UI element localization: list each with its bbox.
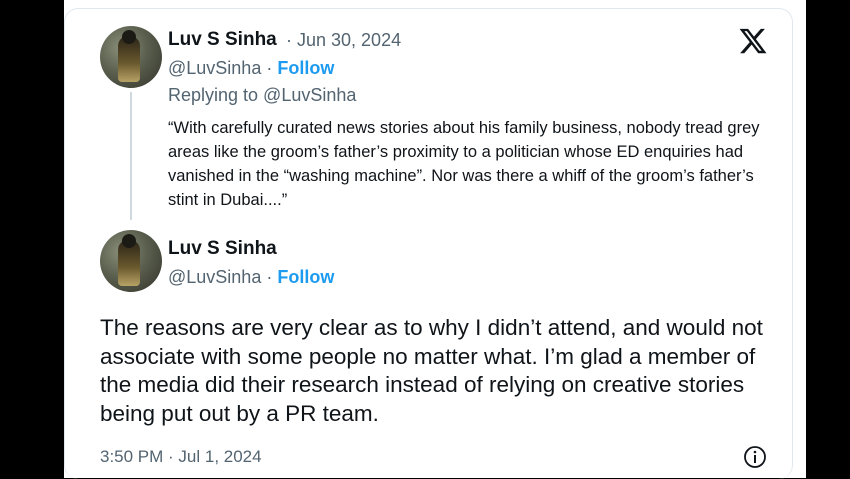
author-handle[interactable]: @LuvSinha · xyxy=(168,267,272,287)
post-date[interactable]: · Jun 30, 2024 xyxy=(286,30,401,51)
right-letterbox xyxy=(806,0,850,478)
author-handle-row: @LuvSinha · Follow xyxy=(168,267,334,288)
author-name[interactable]: Luv S Sinha xyxy=(168,238,277,260)
author-handle[interactable]: @LuvSinha · xyxy=(168,58,272,78)
author-handle-row: @LuvSinha · Follow xyxy=(168,58,334,79)
follow-link[interactable]: Follow xyxy=(277,58,334,78)
reply-text: “With carefully curated news stories abo… xyxy=(168,119,760,209)
author-name[interactable]: Luv S Sinha xyxy=(168,29,277,51)
tweet-card: Luv S Sinha · Jun 30, 2024 @LuvSinha · F… xyxy=(64,0,806,479)
timestamp[interactable]: 3:50 PM · Jul 1, 2024 xyxy=(100,447,262,467)
avatar[interactable] xyxy=(100,230,162,292)
left-letterbox xyxy=(0,0,64,478)
x-logo-icon[interactable] xyxy=(738,26,768,56)
avatar[interactable] xyxy=(100,26,162,88)
follow-link[interactable]: Follow xyxy=(277,267,334,287)
tweet-text: The reasons are very clear as to why I d… xyxy=(100,315,763,426)
thread-line xyxy=(130,92,132,220)
replying-to[interactable]: Replying to @LuvSinha xyxy=(168,85,356,106)
info-icon[interactable] xyxy=(743,445,767,469)
